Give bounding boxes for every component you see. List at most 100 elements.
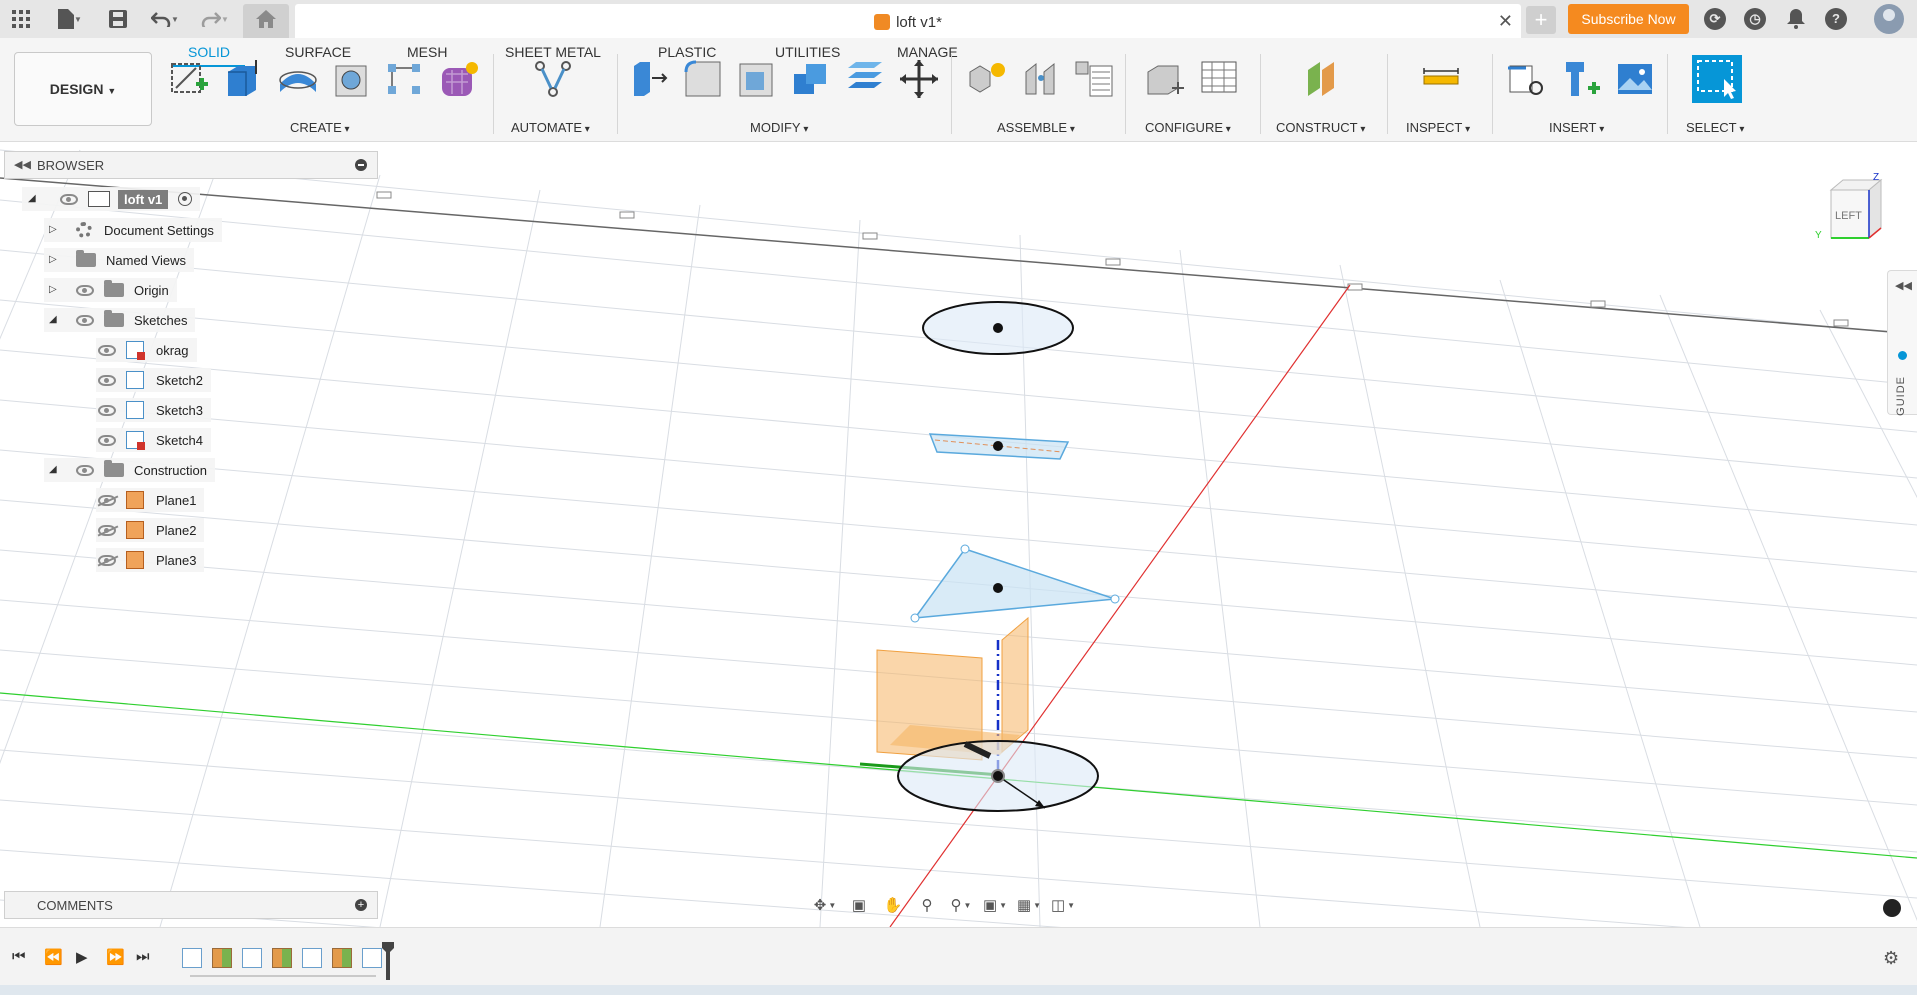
job-status-icon[interactable]: ◷ xyxy=(1744,8,1766,30)
subscribe-button[interactable]: Subscribe Now xyxy=(1568,4,1689,34)
collapse-triangle-icon[interactable]: ◢ xyxy=(49,464,57,475)
undo-icon[interactable]: ▼ xyxy=(145,6,185,32)
tree-item-sketches[interactable]: ◢ Sketches xyxy=(44,308,196,332)
move-icon[interactable] xyxy=(898,58,940,100)
joint-icon[interactable] xyxy=(1020,58,1062,100)
fillet-icon[interactable] xyxy=(682,58,724,100)
construction-plane-icon[interactable] xyxy=(1302,58,1344,100)
visibility-eye-icon[interactable] xyxy=(98,374,116,386)
select-menu[interactable]: SELECT xyxy=(1686,120,1744,135)
select-icon[interactable] xyxy=(1692,55,1742,103)
help-icon[interactable]: ? xyxy=(1825,8,1847,30)
timeline-marker[interactable] xyxy=(382,942,394,980)
tree-item-origin[interactable]: ▷ Origin xyxy=(44,278,177,302)
collapse-triangle-icon[interactable]: ◢ xyxy=(49,314,57,325)
inspect-menu[interactable]: INSPECT xyxy=(1406,120,1470,135)
modify-menu[interactable]: MODIFY xyxy=(750,120,808,135)
look-at-icon[interactable]: ▣ xyxy=(844,893,874,917)
tree-item-sketch-okrag[interactable]: okrag xyxy=(96,338,197,362)
workspace-switcher-button[interactable]: DESIGN ▼ xyxy=(14,52,152,126)
model-scene[interactable] xyxy=(0,143,1917,927)
timeline-plane-icon[interactable] xyxy=(332,948,352,968)
visibility-eye-icon[interactable] xyxy=(98,344,116,356)
visibility-eye-icon[interactable] xyxy=(76,314,94,326)
shell-icon[interactable] xyxy=(736,58,778,100)
step-forward-icon[interactable]: ⏩ xyxy=(106,948,125,966)
redo-icon[interactable]: ▼ xyxy=(195,6,235,32)
display-settings-icon[interactable]: ▣ ▼ xyxy=(980,893,1010,917)
expand-guide-icon[interactable]: ◀◀ xyxy=(1895,279,1912,292)
save-icon[interactable] xyxy=(105,6,131,32)
timeline-plane-icon[interactable] xyxy=(212,948,232,968)
create-menu[interactable]: CREATE xyxy=(290,120,350,135)
expand-triangle-icon[interactable]: ▷ xyxy=(49,284,57,295)
tree-item-plane2[interactable]: Plane2 xyxy=(96,518,205,542)
play-icon[interactable]: ▶ xyxy=(76,948,88,966)
press-pull-icon[interactable] xyxy=(628,58,670,100)
new-tab-icon[interactable]: + xyxy=(1526,6,1556,34)
fit-icon[interactable]: ⚲ ▼ xyxy=(946,893,976,917)
assemble-menu[interactable]: ASSEMBLE xyxy=(997,120,1075,135)
extrude-icon[interactable] xyxy=(222,58,264,100)
visibility-eye-icon[interactable] xyxy=(60,193,78,205)
timeline-sketch-icon[interactable] xyxy=(242,948,262,968)
combine-icon[interactable] xyxy=(790,58,832,100)
view-cube-face-label[interactable]: LEFT xyxy=(1835,210,1862,222)
automate-icon[interactable] xyxy=(532,58,574,100)
document-tab[interactable]: loft v1* ✕ xyxy=(295,4,1521,38)
timeline-sketch-icon[interactable] xyxy=(182,948,202,968)
tree-item-sketch3[interactable]: Sketch3 xyxy=(96,398,211,422)
timeline-plane-icon[interactable] xyxy=(272,948,292,968)
hidden-eye-icon[interactable] xyxy=(98,524,116,536)
tree-item-sketch4[interactable]: Sketch4 xyxy=(96,428,211,452)
expand-triangle-icon[interactable]: ▷ xyxy=(49,254,57,265)
go-to-end-icon[interactable]: ⏭ xyxy=(136,948,150,965)
add-comment-icon[interactable]: + xyxy=(355,899,367,911)
timeline-sketch-icon[interactable] xyxy=(302,948,322,968)
visibility-eye-icon[interactable] xyxy=(76,284,94,296)
extensions-icon[interactable]: ⟳ xyxy=(1704,8,1726,30)
insert-menu[interactable]: INSERT xyxy=(1549,120,1604,135)
visibility-eye-icon[interactable] xyxy=(98,404,116,416)
insert-canvas-icon[interactable] xyxy=(1614,58,1656,100)
pan-icon[interactable]: ✋ xyxy=(878,893,908,917)
hidden-eye-icon[interactable] xyxy=(98,554,116,566)
home-tab-button[interactable] xyxy=(243,4,289,38)
view-cube[interactable]: LEFT Z Y xyxy=(1813,172,1891,248)
hole-icon[interactable] xyxy=(330,58,372,100)
browser-root-row[interactable]: ◢ loft v1 xyxy=(22,187,201,211)
visibility-eye-icon[interactable] xyxy=(76,464,94,476)
user-avatar[interactable] xyxy=(1874,4,1904,34)
step-back-icon[interactable]: ⏪ xyxy=(44,948,63,966)
file-menu-icon[interactable]: ▼ xyxy=(50,6,90,32)
collapse-panel-icon[interactable]: ◀◀ xyxy=(14,158,31,171)
hidden-eye-icon[interactable] xyxy=(98,494,116,506)
timeline-settings-gear-icon[interactable]: ⚙ xyxy=(1883,948,1899,969)
tree-item-plane3[interactable]: Plane3 xyxy=(96,548,205,572)
visibility-eye-icon[interactable] xyxy=(98,434,116,446)
notifications-icon[interactable] xyxy=(1783,6,1809,32)
construct-menu[interactable]: CONSTRUCT xyxy=(1276,120,1365,135)
go-to-start-icon[interactable]: ⏮ xyxy=(12,948,26,965)
create-form-icon[interactable] xyxy=(438,58,480,100)
tree-item-sketch2[interactable]: Sketch2 xyxy=(96,368,211,392)
canvas-viewport[interactable] xyxy=(0,143,1917,927)
apps-grid-icon[interactable] xyxy=(8,6,34,32)
new-component-icon[interactable] xyxy=(966,58,1008,100)
grid-settings-icon[interactable]: ▦ ▼ xyxy=(1014,893,1044,917)
bill-of-materials-icon[interactable] xyxy=(1074,58,1116,100)
comments-panel-header[interactable]: COMMENTS + xyxy=(4,891,378,919)
configure-icon[interactable] xyxy=(1144,58,1186,100)
timeline-sketch-icon[interactable] xyxy=(362,948,382,968)
activate-component-icon[interactable] xyxy=(178,192,193,206)
tree-item-document-settings[interactable]: ▷ Document Settings xyxy=(44,218,222,242)
minimize-icon[interactable] xyxy=(355,159,367,171)
feedback-icon[interactable] xyxy=(1883,899,1901,917)
tree-item-construction[interactable]: ◢ Construction xyxy=(44,458,215,482)
guide-panel[interactable]: ◀◀ GUIDE xyxy=(1887,270,1917,416)
viewports-icon[interactable]: ◫ ▼ xyxy=(1048,893,1078,917)
configuration-table-icon[interactable] xyxy=(1198,58,1240,100)
expand-triangle-icon[interactable]: ◢ xyxy=(28,193,36,204)
zoom-icon[interactable]: ⚲ xyxy=(912,893,942,917)
automate-menu[interactable]: AUTOMATE xyxy=(511,120,590,135)
